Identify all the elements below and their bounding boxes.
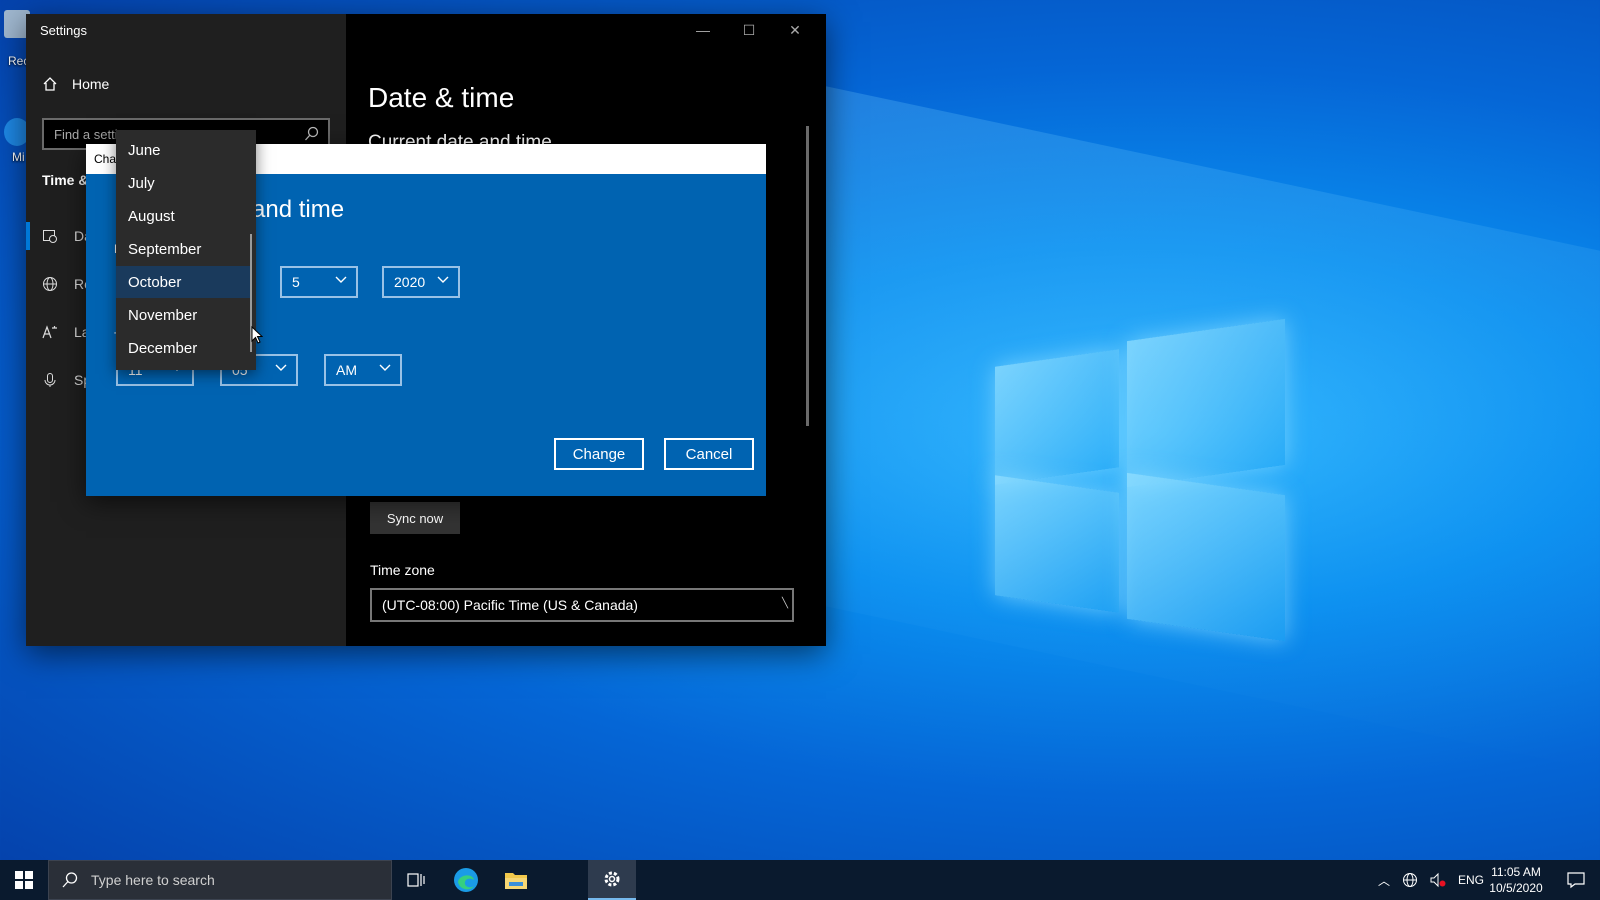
sidebar-item-region[interactable]: Re	[42, 276, 92, 292]
taskbar-search-input[interactable]: Type here to search	[48, 860, 392, 900]
desktop-icon-label: Rec	[8, 54, 30, 68]
globe-icon	[43, 277, 57, 291]
month-option[interactable]: November	[116, 299, 250, 331]
settings-taskbar-button[interactable]	[588, 860, 636, 900]
home-icon	[43, 77, 57, 91]
desktop-icon-recycle-bin[interactable]: Rec	[0, 10, 30, 68]
window-title: Settings	[40, 23, 87, 38]
sidebar-item-date-time[interactable]: Da	[26, 222, 92, 250]
logo-pane	[995, 349, 1119, 485]
ampm-select[interactable]: AM	[324, 354, 402, 386]
sidebar-home-label: Home	[72, 76, 110, 92]
day-value: 5	[292, 274, 300, 290]
chevron-down-icon	[379, 364, 391, 371]
sidebar-section-title: Time &	[42, 172, 89, 188]
maximize-button[interactable]: ☐	[726, 18, 772, 42]
chevron-down-icon	[275, 364, 287, 371]
system-tray: ︿ ENG	[1378, 860, 1484, 900]
month-option[interactable]: July	[116, 167, 250, 199]
folder-icon	[505, 873, 527, 889]
year-select[interactable]: 2020	[382, 266, 460, 298]
file-explorer-button[interactable]	[492, 860, 540, 900]
taskbar-clock[interactable]: 11:05 AM 10/5/2020	[1484, 864, 1548, 896]
network-icon[interactable]	[1402, 872, 1418, 888]
task-view-icon	[407, 873, 425, 887]
dialog-heading: and time	[252, 196, 345, 223]
scrollbar[interactable]	[806, 126, 809, 426]
minimize-button[interactable]: —	[680, 18, 726, 42]
month-dropdown-list[interactable]: June July August September October Novem…	[116, 130, 256, 370]
volume-muted-icon[interactable]	[1430, 872, 1446, 888]
action-center-button[interactable]	[1552, 860, 1600, 900]
taskbar-search-placeholder: Type here to search	[91, 872, 215, 888]
timezone-label: Time zone	[370, 562, 435, 578]
sync-now-button[interactable]: Sync now	[370, 502, 460, 534]
task-view-button[interactable]	[392, 860, 440, 900]
gear-icon	[604, 871, 620, 887]
notification-icon	[1567, 872, 1585, 889]
chevron-up-icon[interactable]: ︿	[1378, 872, 1390, 889]
window-controls: — ☐ ✕	[680, 18, 818, 42]
timezone-select[interactable]: (UTC-08:00) Pacific Time (US & Canada) ╲	[370, 588, 794, 622]
sidebar-item-language[interactable]: La	[42, 324, 90, 340]
desktop-icon-edge[interactable]: Mi	[0, 118, 30, 164]
close-button[interactable]: ✕	[772, 18, 818, 42]
month-option[interactable]: December	[116, 332, 250, 364]
language-indicator[interactable]: ENG	[1458, 873, 1484, 887]
year-value: 2020	[394, 274, 426, 290]
sidebar-home[interactable]: Home	[42, 76, 109, 92]
windows-start-icon	[15, 871, 33, 889]
page-title: Date & time	[368, 82, 515, 113]
windows-logo	[995, 318, 1285, 642]
timezone-value: (UTC-08:00) Pacific Time (US & Canada)	[382, 597, 638, 613]
month-option[interactable]: August	[116, 200, 250, 232]
logo-pane	[1127, 472, 1285, 642]
taskbar: Type here to search ︿ ENG 11:05 AM 10/5/…	[0, 860, 1600, 900]
dialog-title: Cha	[94, 152, 117, 166]
clock-time: 11:05 AM	[1491, 865, 1541, 879]
chevron-down-icon: ╲	[781, 598, 788, 609]
logo-pane	[995, 475, 1119, 613]
month-option-selected[interactable]: October	[116, 266, 250, 298]
edge-icon	[454, 868, 478, 892]
day-select[interactable]: 5	[280, 266, 358, 298]
search-icon[interactable]	[304, 126, 320, 142]
mouse-cursor-icon	[251, 326, 263, 344]
clock-date: 10/5/2020	[1489, 881, 1543, 895]
calendar-clock-icon	[43, 230, 57, 243]
month-option[interactable]: June	[116, 134, 250, 166]
microphone-icon	[44, 373, 56, 387]
cancel-button[interactable]: Cancel	[664, 438, 754, 470]
language-icon	[42, 325, 57, 339]
change-button[interactable]: Change	[554, 438, 644, 470]
ampm-value: AM	[336, 362, 357, 378]
sidebar-item-speech[interactable]: Sp	[42, 372, 91, 388]
search-icon	[62, 872, 78, 888]
chevron-down-icon	[335, 276, 347, 283]
start-button[interactable]	[0, 860, 48, 900]
logo-pane	[1127, 318, 1285, 488]
chevron-down-icon	[437, 276, 449, 283]
edge-taskbar-button[interactable]	[442, 860, 490, 900]
month-option[interactable]: September	[116, 233, 250, 265]
search-placeholder: Find a setti	[54, 127, 118, 142]
